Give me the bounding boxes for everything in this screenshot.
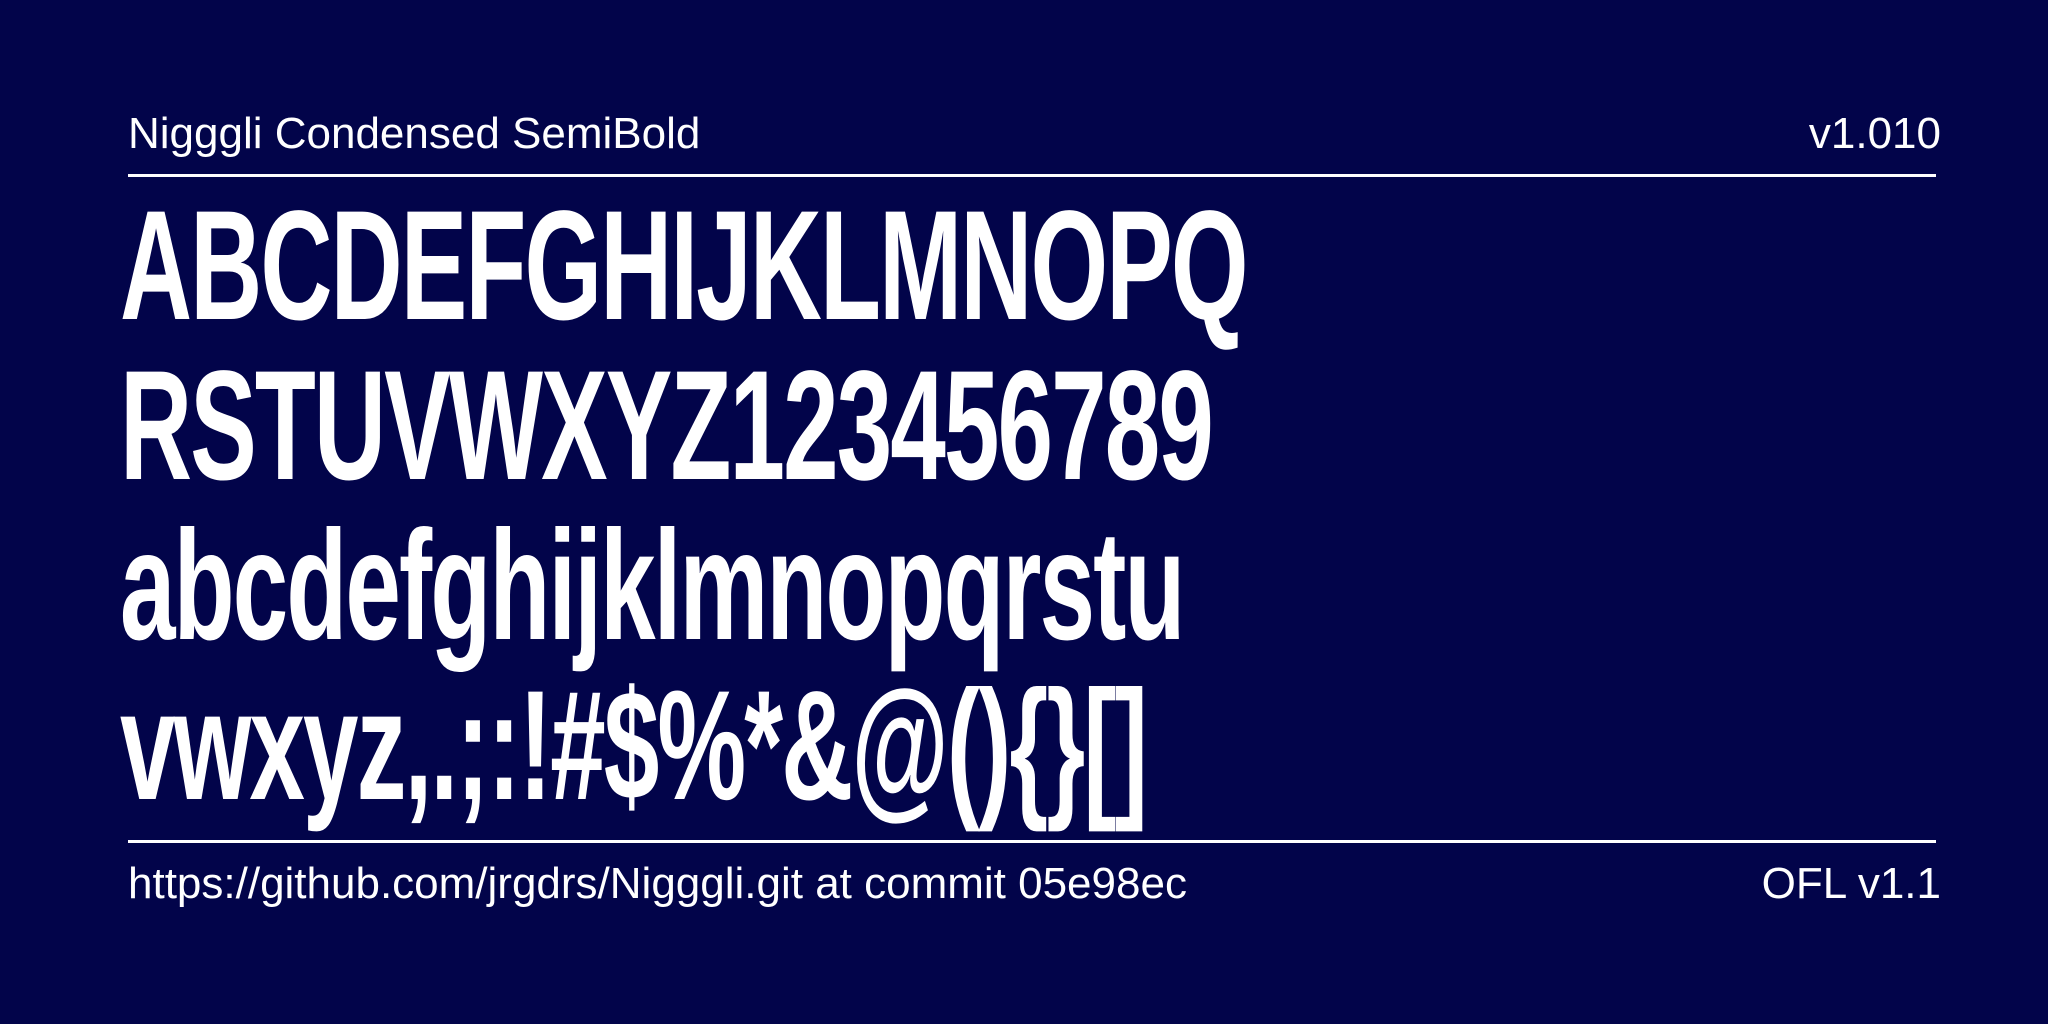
specimen-line-uppercase-1: ABCDEFGHIJKLMNOPQ [120,179,1249,353]
glyph-specimen: ABCDEFGHIJKLMNOPQ RSTUVWXYZ123456789 abc… [120,186,1960,826]
specimen-line-punctuation: vwxyz,.;:!#$%*&@(){}[] [120,659,1148,833]
font-version: v1.010 [1808,109,1941,158]
license-text: OFL v1.1 [1761,859,1941,908]
specimen-line-lowercase: abcdefghijklmnopqrstu [120,499,1185,673]
top-divider [128,174,1936,177]
source-repository-text: https://github.com/jrgdrs/Nigggli.git at… [128,859,1187,908]
bottom-divider [128,840,1936,843]
font-name-title: Nigggli Condensed SemiBold [128,109,701,158]
font-specimen-page: Nigggli Condensed SemiBold v1.010 ABCDEF… [0,0,2048,1024]
specimen-line-uppercase-2: RSTUVWXYZ123456789 [120,339,1214,513]
